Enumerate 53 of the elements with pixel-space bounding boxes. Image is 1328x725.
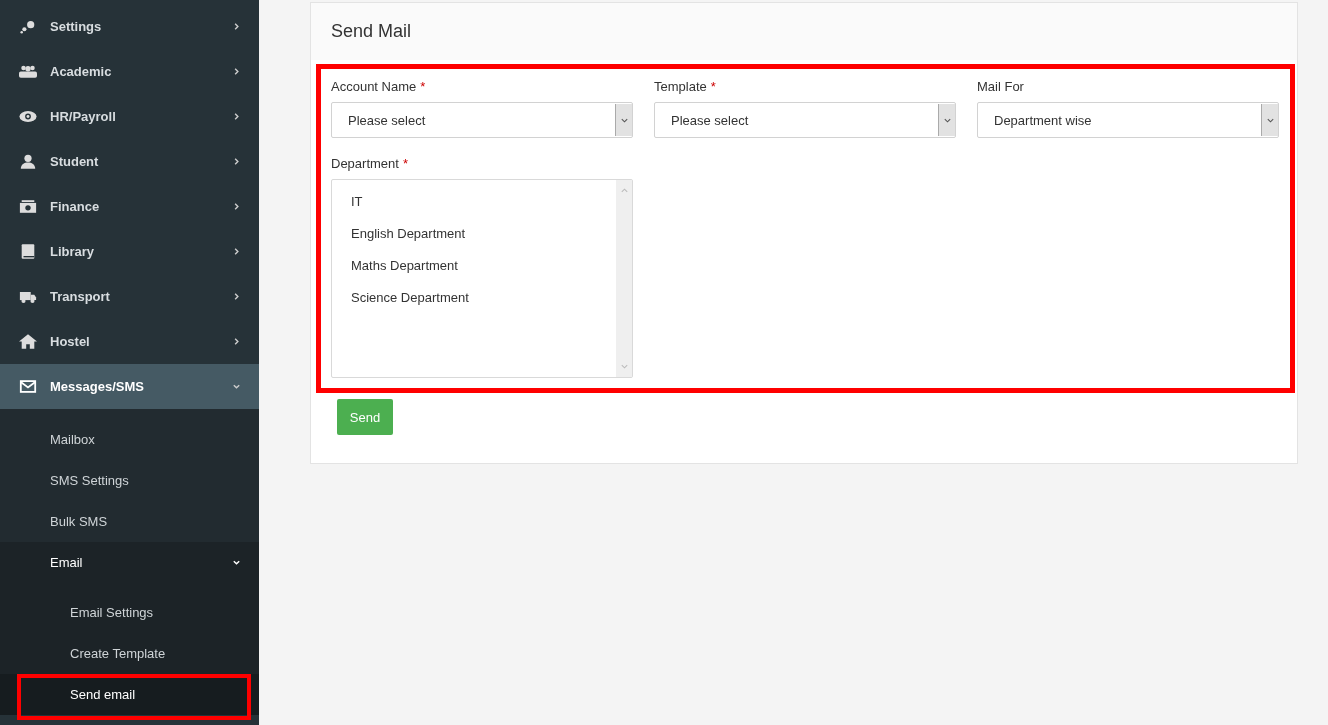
money-icon [19,199,37,214]
list-option[interactable]: Maths Department [351,258,616,290]
scrollbar[interactable] [616,180,632,377]
house-icon [19,334,37,349]
list-option[interactable]: Science Department [351,290,616,322]
required-mark: * [402,156,408,171]
chevron-right-icon [232,247,241,256]
sidebar-subitem[interactable]: Email [0,542,259,583]
sidebar-subitem[interactable]: Bulk SMS [0,501,259,542]
sidebar-item[interactable]: Student [0,139,259,184]
chevron-right-icon [232,112,241,121]
eye-icon [19,109,37,124]
required-mark: * [420,79,426,94]
field-label: Mail For [977,79,1024,94]
sidebar-item[interactable]: Academic [0,49,259,94]
chevron-down-icon [232,382,241,391]
chevron-right-icon [232,22,241,31]
envelope-icon [19,379,37,394]
book-icon [19,244,37,259]
sidebar-item[interactable]: Messages/SMS [0,364,259,409]
gears-icon [19,19,37,34]
sidebar-subitem[interactable]: Email Settings [0,592,259,633]
chevron-right-icon [232,67,241,76]
people-icon [19,64,37,79]
field-label: Account Name [331,79,417,94]
select-field[interactable]: Please select [331,102,633,138]
sidebar-item[interactable]: Hostel [0,319,259,364]
scroll-up-icon [619,186,629,195]
sidebar-item[interactable]: Transport [0,274,259,319]
list-option[interactable]: IT [351,194,616,226]
select-field[interactable]: Department wise [977,102,1279,138]
sidebar-item[interactable]: HR/Payroll [0,94,259,139]
sidebar-subitem[interactable]: Mailbox [0,419,259,460]
chevron-right-icon [232,202,241,211]
list-box[interactable]: IT English Department Maths Department Science Department [331,179,633,378]
chevron-right-icon [232,292,241,301]
select-field[interactable]: Please select [654,102,956,138]
truck-icon [19,289,37,304]
field-label: Department [331,156,399,171]
chevron-right-icon [232,337,241,346]
required-mark: * [710,79,716,94]
card-title: Send Mail [331,21,412,42]
scroll-down-icon [619,362,629,371]
chevron-down-icon [232,558,241,567]
chevron-right-icon [232,157,241,166]
sidebar-item[interactable]: Settings [0,4,259,49]
list-option[interactable]: English Department [351,226,616,258]
sidebar-item[interactable]: Finance [0,184,259,229]
sidebar-item[interactable]: Library [0,229,259,274]
sidebar-subitem[interactable]: SMS Settings [0,460,259,501]
sidebar-subitem[interactable]: Create Template [0,633,259,674]
field-label: Template [654,79,707,94]
person-icon [19,154,37,169]
